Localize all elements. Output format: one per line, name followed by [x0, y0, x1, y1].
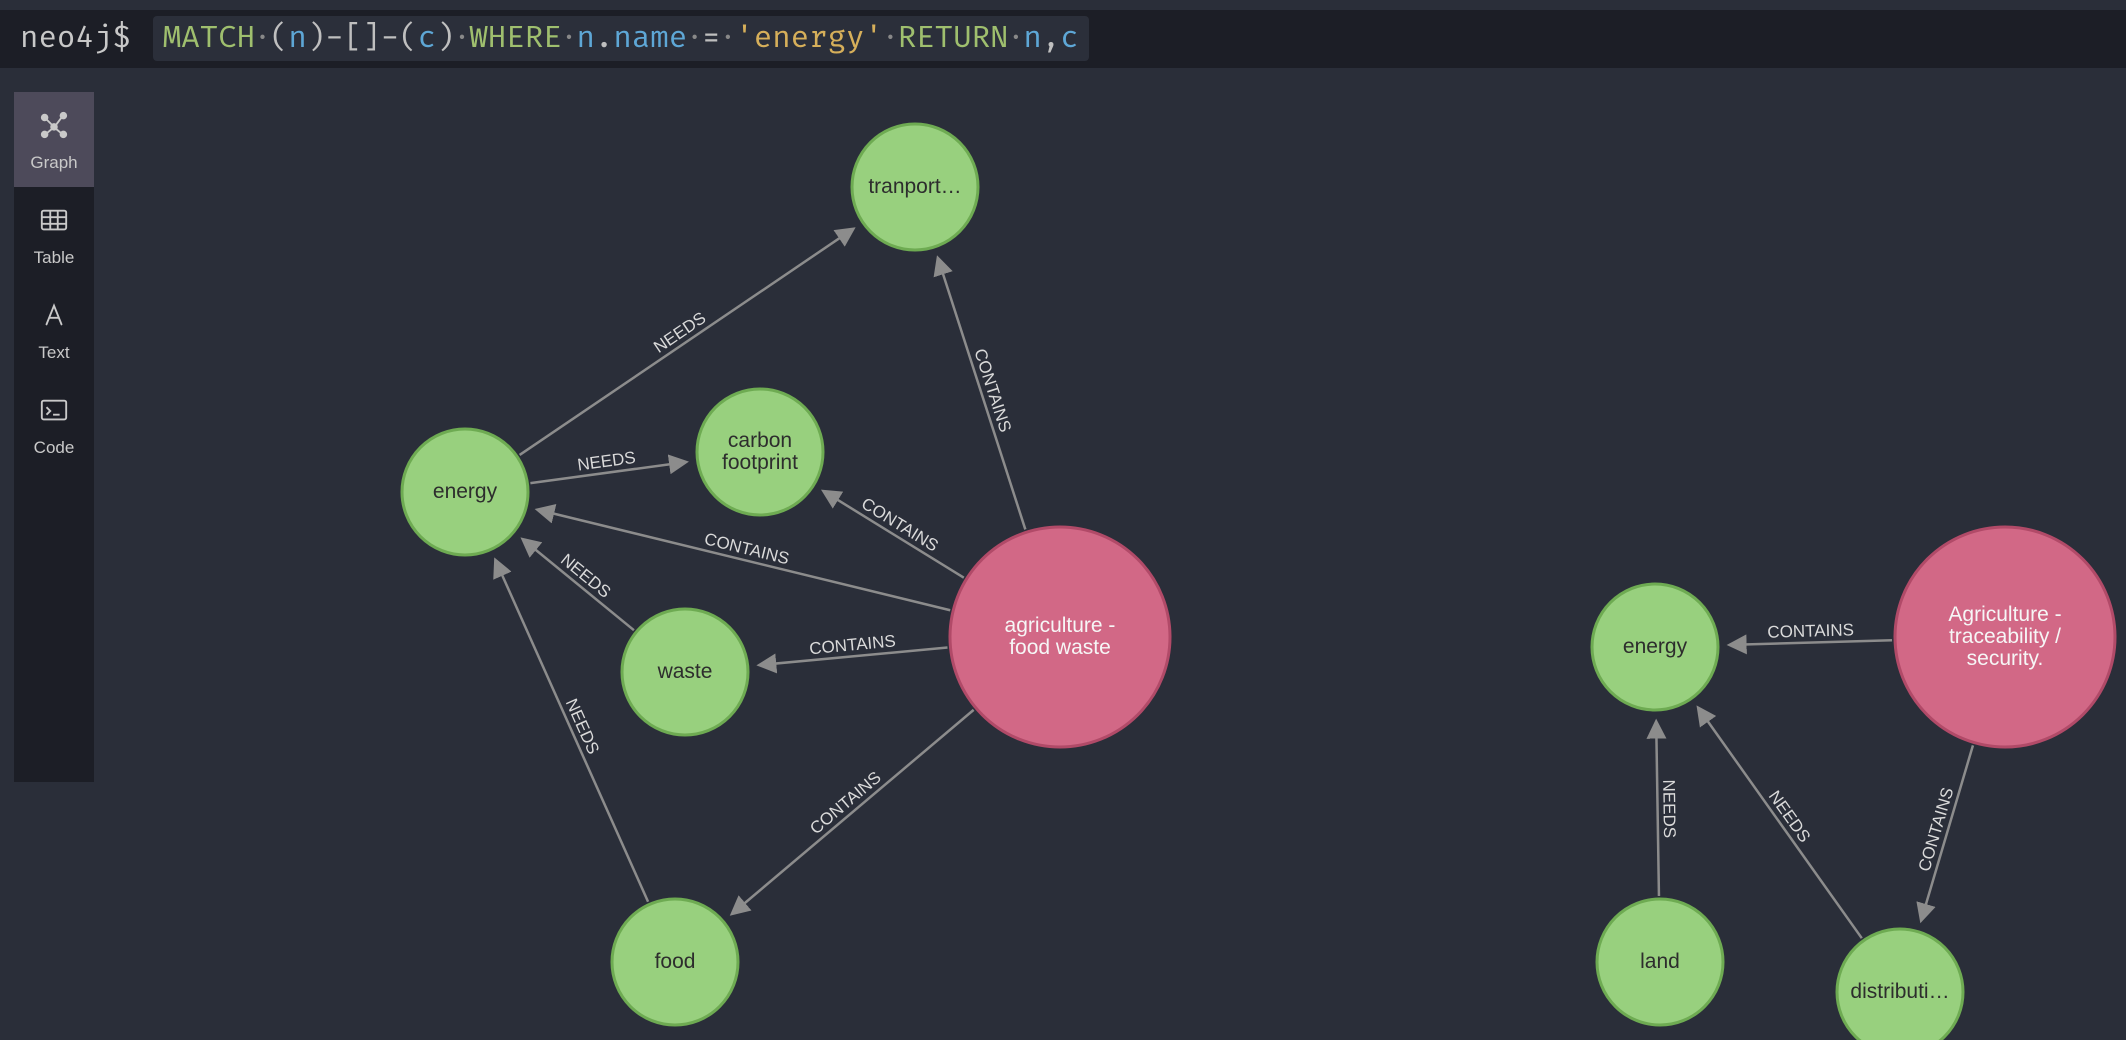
- graph-edge-label: CONTAINS: [1767, 620, 1854, 641]
- text-a-icon: [37, 300, 71, 335]
- query-token: =: [702, 20, 720, 57]
- graph-node-agtrace[interactable]: Agriculture -traceability /security.: [1895, 527, 2115, 747]
- query-token: MATCH: [163, 20, 255, 57]
- query-token: ·: [455, 24, 470, 53]
- graph-canvas[interactable]: NEEDSNEEDSCONTAINSCONTAINSCONTAINSNEEDSC…: [100, 92, 2126, 1040]
- query-token: WHERE: [469, 20, 561, 57]
- graph-edge-label: CONTAINS: [970, 346, 1015, 434]
- query-token: (: [399, 20, 417, 57]
- query-editor[interactable]: MATCH·(n)-[]-(c)·WHERE·n.name·=·'energy'…: [153, 16, 1089, 61]
- query-token: ·: [1009, 24, 1024, 53]
- shell-prompt: neo4j$: [20, 20, 131, 57]
- graph-edge[interactable]: [523, 539, 634, 630]
- view-tab-label: Graph: [30, 153, 77, 173]
- query-token: -: [381, 20, 399, 57]
- graph-node-energy2[interactable]: energy: [1592, 584, 1718, 710]
- query-token: ,: [1042, 20, 1060, 57]
- graph-edge[interactable]: [824, 491, 964, 577]
- graph-node-energy1[interactable]: energy: [402, 429, 528, 555]
- view-tab-label: Text: [38, 343, 69, 363]
- query-token: name: [613, 20, 687, 57]
- graph-svg[interactable]: NEEDSNEEDSCONTAINSCONTAINSCONTAINSNEEDSC…: [100, 92, 2126, 1040]
- graph-node-agwaste[interactable]: agriculture -food waste: [950, 527, 1170, 747]
- table-icon: [37, 205, 71, 240]
- graph-edge[interactable]: [496, 560, 648, 901]
- query-token: n: [288, 20, 306, 57]
- query-token: -: [325, 20, 343, 57]
- graph-edge[interactable]: [1656, 722, 1659, 896]
- query-token: ·: [720, 24, 735, 53]
- view-tab-label: Code: [34, 438, 75, 458]
- graph-edge-label: NEEDS: [562, 696, 603, 757]
- query-token: ·: [562, 24, 577, 53]
- query-token: n: [1023, 20, 1041, 57]
- graph-edge[interactable]: [938, 258, 1025, 529]
- graph-node-food[interactable]: food: [612, 899, 738, 1025]
- query-token: [: [344, 20, 362, 57]
- graph-node-transport[interactable]: tranport…: [852, 124, 978, 250]
- view-tab-label: Table: [34, 248, 75, 268]
- query-token: ·: [883, 24, 898, 53]
- query-token: 'energy': [735, 20, 883, 57]
- graph-node-land[interactable]: land: [1597, 899, 1723, 1025]
- query-token: ): [307, 20, 325, 57]
- query-token: RETURN: [898, 20, 1009, 57]
- graph-edge-label: CONTAINS: [702, 529, 791, 568]
- graph-edge[interactable]: [1698, 708, 1861, 938]
- query-token: .: [595, 20, 613, 57]
- query-token: (: [270, 20, 288, 57]
- graph-edge-label: NEEDS: [1659, 779, 1679, 838]
- query-token: c: [1060, 20, 1078, 57]
- query-token: n: [576, 20, 594, 57]
- view-tab-code[interactable]: Code: [14, 377, 94, 472]
- graph-edge-label: CONTAINS: [806, 768, 884, 838]
- graph-edge[interactable]: [732, 710, 973, 914]
- graph-network-icon: [37, 110, 71, 145]
- view-tabs: Graph Table Text Code: [14, 92, 94, 782]
- view-tab-table[interactable]: Table: [14, 187, 94, 282]
- graph-node-waste[interactable]: waste: [622, 609, 748, 735]
- graph-node-carbon[interactable]: carbonfootprint: [697, 389, 823, 515]
- graph-edge-label: CONTAINS: [1915, 785, 1958, 873]
- query-token: ·: [687, 24, 702, 53]
- view-tab-graph[interactable]: Graph: [14, 92, 94, 187]
- view-tab-text[interactable]: Text: [14, 282, 94, 377]
- query-token: ·: [255, 24, 270, 53]
- query-token: c: [418, 20, 436, 57]
- terminal-icon: [37, 395, 71, 430]
- graph-edge-label: CONTAINS: [858, 494, 942, 556]
- graph-node-distrib[interactable]: distributi…: [1837, 929, 1963, 1040]
- query-bar[interactable]: neo4j$ MATCH·(n)-[]-(c)·WHERE·n.name·=·'…: [0, 10, 2126, 68]
- query-token: ]: [362, 20, 380, 57]
- query-token: ): [436, 20, 454, 57]
- graph-edge[interactable]: [1730, 640, 1892, 645]
